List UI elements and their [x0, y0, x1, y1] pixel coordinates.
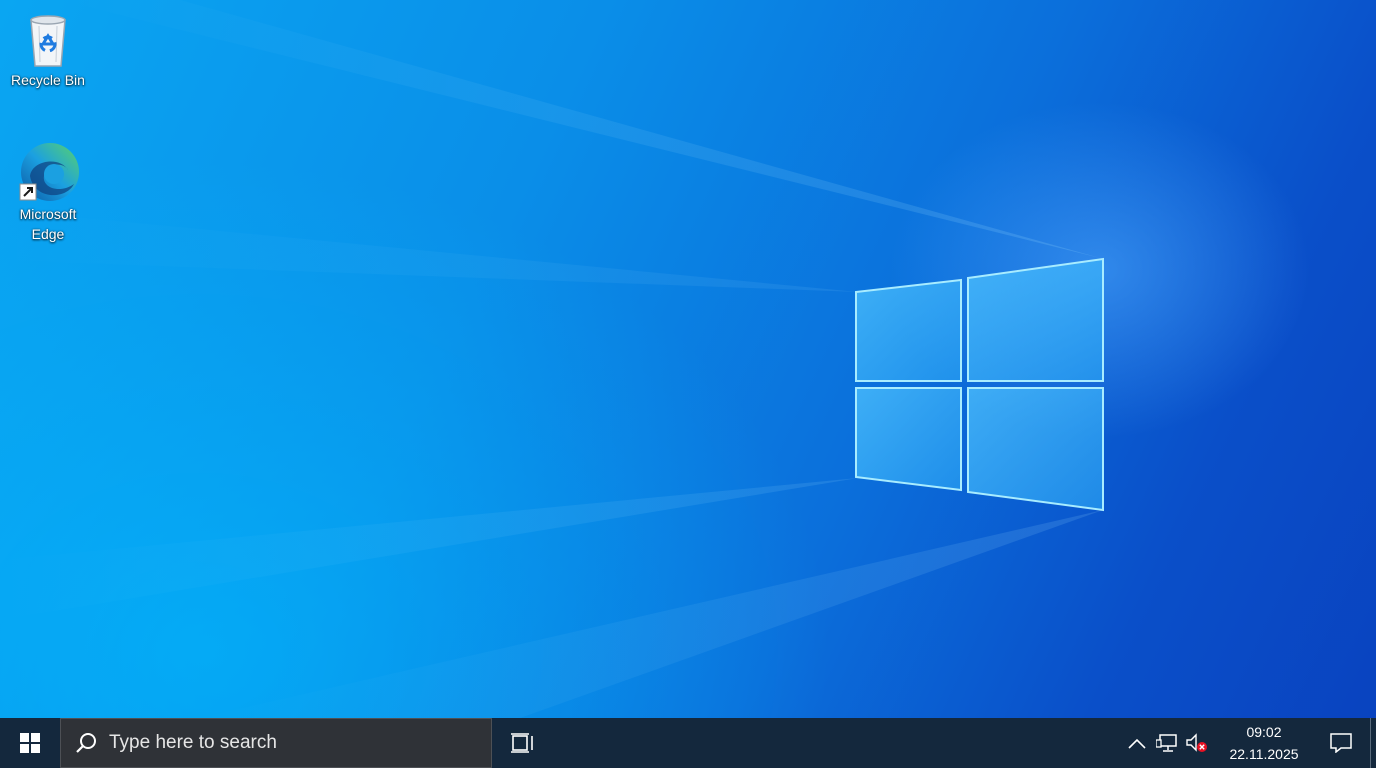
start-button[interactable]	[0, 718, 60, 768]
show-hidden-icons-button[interactable]	[1122, 718, 1152, 768]
recycle-bin-icon	[30, 15, 66, 67]
chevron-up-icon	[1128, 738, 1146, 749]
taskbar: Type here to search 09:02 22.11.2025	[0, 718, 1376, 768]
clock[interactable]: 09:02 22.11.2025	[1222, 718, 1306, 768]
microsoft-edge-label: Microsoft Edge	[19, 206, 77, 242]
search-placeholder: Type here to search	[109, 732, 277, 753]
search-icon	[76, 733, 96, 753]
action-center-button[interactable]	[1312, 718, 1370, 768]
clock-date: 22.11.2025	[1229, 746, 1299, 762]
edge-icon	[19, 143, 79, 201]
volume-muted-icon	[1186, 733, 1207, 752]
desktop[interactable]: Recycle Bin Microsoft Edge Type here to …	[0, 0, 1376, 768]
action-center-icon	[1330, 733, 1352, 753]
recycle-bin-label: Recycle Bin	[11, 72, 85, 88]
search-box[interactable]: Type here to search	[60, 718, 492, 768]
windows-logo-icon	[20, 733, 40, 753]
wallpaper-image	[0, 0, 1104, 718]
network-button[interactable]	[1152, 718, 1182, 768]
desktop-icon-microsoft-edge[interactable]: Microsoft Edge	[6, 140, 90, 244]
clock-time: 09:02	[1246, 724, 1282, 740]
volume-button[interactable]	[1182, 718, 1212, 768]
task-view-icon	[511, 733, 533, 753]
desktop-icon-recycle-bin[interactable]: Recycle Bin	[6, 6, 90, 90]
task-view-button[interactable]	[492, 718, 554, 768]
system-tray: 09:02 22.11.2025	[1122, 718, 1376, 768]
network-icon	[1156, 734, 1177, 752]
show-desktop-button[interactable]	[1370, 718, 1376, 768]
